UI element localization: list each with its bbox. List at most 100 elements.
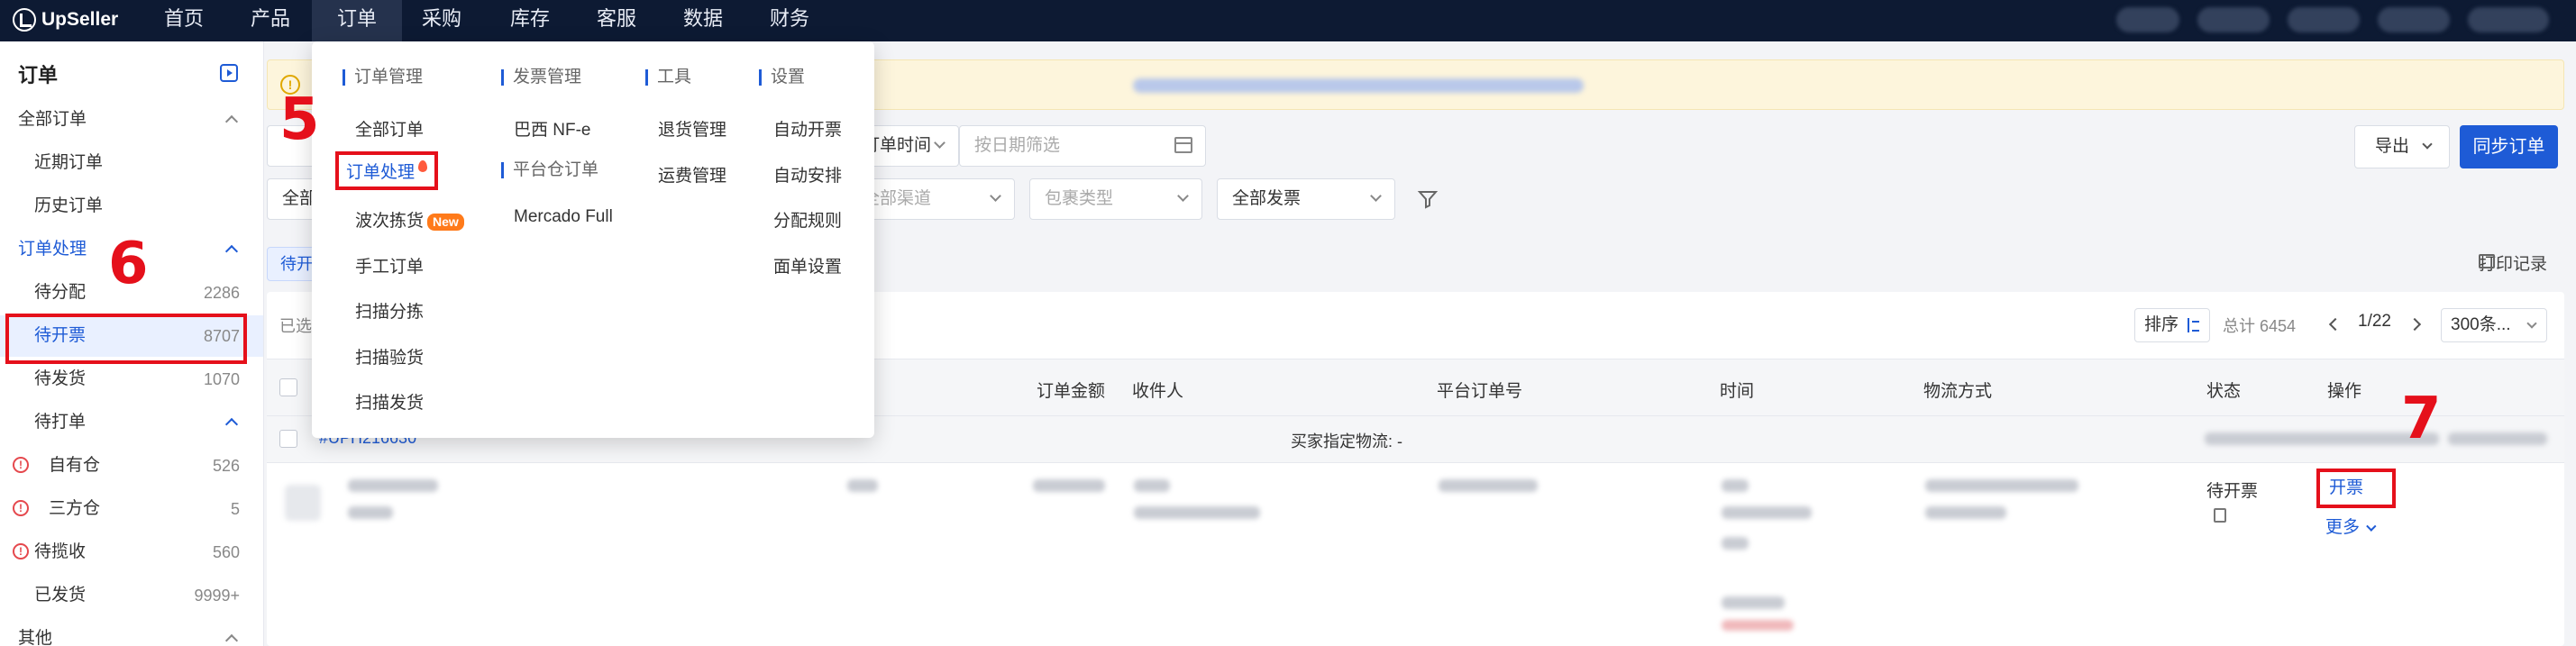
issue-invoice-button[interactable]: 开票 bbox=[2316, 469, 2396, 508]
chevron-up-icon bbox=[224, 244, 239, 259]
sidebar-item-own-warehouse[interactable]: ! 自有仓 526 bbox=[0, 445, 263, 487]
time-label bbox=[1722, 479, 1749, 492]
annotation-number-6: 6 bbox=[108, 231, 149, 297]
nav-finance[interactable]: 财务 bbox=[755, 0, 824, 41]
date-filter-input[interactable]: 按日期筛选 bbox=[959, 125, 1206, 167]
app-logo[interactable]: UpSeller bbox=[13, 8, 118, 32]
notice-link[interactable] bbox=[1133, 78, 1584, 93]
order-status: 待开票 bbox=[2206, 482, 2259, 501]
col-actions: 操作 bbox=[2327, 382, 2362, 401]
col-order-amount: 订单金额 bbox=[1037, 382, 1106, 401]
menu-item-shipping-fee-management[interactable]: 运费管理 bbox=[658, 162, 726, 187]
product-thumbnail bbox=[285, 485, 321, 521]
per-page-select[interactable]: 300条... bbox=[2441, 308, 2547, 342]
sidebar-collapse-icon[interactable] bbox=[220, 64, 238, 82]
sidebar-group-to-print[interactable]: 待打单 bbox=[0, 402, 263, 443]
sidebar-item-history-orders[interactable]: 历史订单 bbox=[0, 186, 263, 227]
sidebar-title: 订单 bbox=[18, 64, 59, 86]
chevron-right-icon[interactable] bbox=[2407, 317, 2422, 332]
sort-button[interactable]: 排序 bbox=[2134, 308, 2210, 342]
menu-item-brazil-nfe[interactable]: 巴西 NF-e bbox=[514, 116, 591, 141]
nav-orders[interactable]: 订单 bbox=[312, 0, 402, 41]
export-button[interactable]: 导出 bbox=[2354, 125, 2450, 168]
sidebar-item-count: 526 bbox=[212, 457, 240, 475]
menu-item-scan-sort[interactable]: 扫描分拣 bbox=[355, 298, 424, 323]
menu-item-all-orders[interactable]: 全部订单 bbox=[355, 116, 424, 141]
export-label: 导出 bbox=[2375, 137, 2410, 156]
chevron-down-icon bbox=[1177, 190, 1189, 202]
menu-head-order-management: 订单管理 bbox=[343, 68, 423, 86]
fire-icon bbox=[418, 160, 428, 172]
menu-item-manual-order[interactable]: 手工订单 bbox=[355, 253, 424, 278]
product-qty bbox=[847, 479, 878, 492]
annotation-number-7: 7 bbox=[2401, 386, 2442, 452]
chevron-down-icon bbox=[2422, 139, 2433, 150]
annotation-highlight-box bbox=[5, 314, 247, 364]
invoice-filter-select[interactable]: 全部发票 bbox=[1217, 178, 1395, 220]
app-icon[interactable] bbox=[2197, 7, 2270, 32]
sidebar-item-third-party-warehouse[interactable]: ! 三方仓 5 bbox=[0, 488, 263, 530]
logistics-detail bbox=[1925, 506, 2006, 519]
order-amount-value bbox=[1033, 479, 1105, 492]
sidebar-item-count: 9999+ bbox=[194, 587, 240, 605]
sidebar-item-label: 其他 bbox=[18, 629, 53, 646]
filter-icon[interactable] bbox=[1417, 188, 1439, 210]
package-type-placeholder: 包裹类型 bbox=[1045, 189, 1114, 208]
sidebar-item-label: 已发货 bbox=[34, 586, 87, 605]
notification-icon[interactable] bbox=[2116, 7, 2179, 32]
user-avatar[interactable] bbox=[2468, 7, 2549, 32]
sidebar-group-all-orders[interactable]: 全部订单 bbox=[0, 99, 263, 141]
chevron-down-icon bbox=[934, 137, 945, 149]
sidebar-group-other[interactable]: 其他 bbox=[0, 618, 263, 646]
nav-purchase[interactable]: 采购 bbox=[407, 0, 476, 41]
buyer-logistics-text: 买家指定物流: - bbox=[1291, 432, 1402, 450]
chevron-left-icon[interactable] bbox=[2328, 317, 2343, 332]
more-actions-link[interactable]: 更多 bbox=[2325, 514, 2377, 538]
select-all-checkbox[interactable] bbox=[279, 378, 297, 396]
language-icon[interactable] bbox=[2378, 7, 2450, 32]
help-icon[interactable] bbox=[2288, 7, 2360, 32]
menu-item-auto-arrange[interactable]: 自动安排 bbox=[773, 162, 842, 187]
calendar-icon bbox=[1174, 137, 1192, 153]
menu-item-order-processing[interactable]: 订单处理 bbox=[335, 151, 439, 190]
chevron-down-icon bbox=[1370, 190, 1382, 202]
order-checkbox[interactable] bbox=[279, 430, 297, 448]
menu-item-auto-invoice[interactable]: 自动开票 bbox=[773, 116, 842, 141]
col-platform-order-no: 平台订单号 bbox=[1437, 382, 1523, 401]
nav-inventory[interactable]: 库存 bbox=[496, 0, 564, 41]
menu-head-settings: 设置 bbox=[759, 68, 805, 86]
nav-products[interactable]: 产品 bbox=[236, 0, 305, 41]
printer-icon bbox=[2479, 254, 2495, 268]
per-page-value: 300条... bbox=[2451, 315, 2511, 334]
upseller-logo-icon bbox=[13, 8, 36, 32]
warning-icon: ! bbox=[13, 543, 29, 560]
sidebar-item-shipped[interactable]: 已发货 9999+ bbox=[0, 575, 263, 616]
sync-orders-button[interactable]: 同步订单 bbox=[2460, 125, 2558, 168]
annotation-number-5: 5 bbox=[279, 86, 320, 153]
menu-item-return-management[interactable]: 退货管理 bbox=[658, 116, 726, 141]
menu-item-scan-ship[interactable]: 扫描发货 bbox=[355, 389, 424, 414]
recipient-name bbox=[1134, 479, 1170, 492]
print-log-link[interactable]: 打印记录 bbox=[2455, 250, 2547, 275]
nav-data[interactable]: 数据 bbox=[669, 0, 737, 41]
sidebar-item-to-ship[interactable]: 待发货 1070 bbox=[0, 359, 263, 400]
nav-home[interactable]: 首页 bbox=[150, 0, 218, 41]
menu-item-label-settings[interactable]: 面单设置 bbox=[773, 253, 842, 278]
sidebar-item-label: 订单处理 bbox=[18, 240, 87, 259]
menu-item-assign-rules[interactable]: 分配规则 bbox=[773, 207, 842, 232]
menu-item-wave-picking[interactable]: 波次拣货 New bbox=[355, 207, 464, 232]
page-indicator: 1/22 bbox=[2358, 312, 2391, 331]
menu-item-scan-inspect[interactable]: 扫描验货 bbox=[355, 344, 424, 368]
time-label bbox=[1722, 537, 1749, 550]
sidebar-item-count: 5 bbox=[230, 500, 240, 518]
top-right-user-area bbox=[2116, 7, 2549, 32]
menu-item-mercado-full[interactable]: Mercado Full bbox=[514, 207, 613, 227]
copy-icon[interactable] bbox=[2214, 508, 2226, 523]
sidebar-item-label: 三方仓 bbox=[49, 499, 101, 518]
sidebar-item-to-pickup[interactable]: ! 待揽收 560 bbox=[0, 532, 263, 573]
sidebar-item-count: 1070 bbox=[203, 370, 240, 388]
col-logistics: 物流方式 bbox=[1923, 382, 1993, 401]
package-type-select[interactable]: 包裹类型 bbox=[1029, 178, 1202, 220]
nav-customer-service[interactable]: 客服 bbox=[582, 0, 651, 41]
sidebar-item-recent-orders[interactable]: 近期订单 bbox=[0, 142, 263, 184]
